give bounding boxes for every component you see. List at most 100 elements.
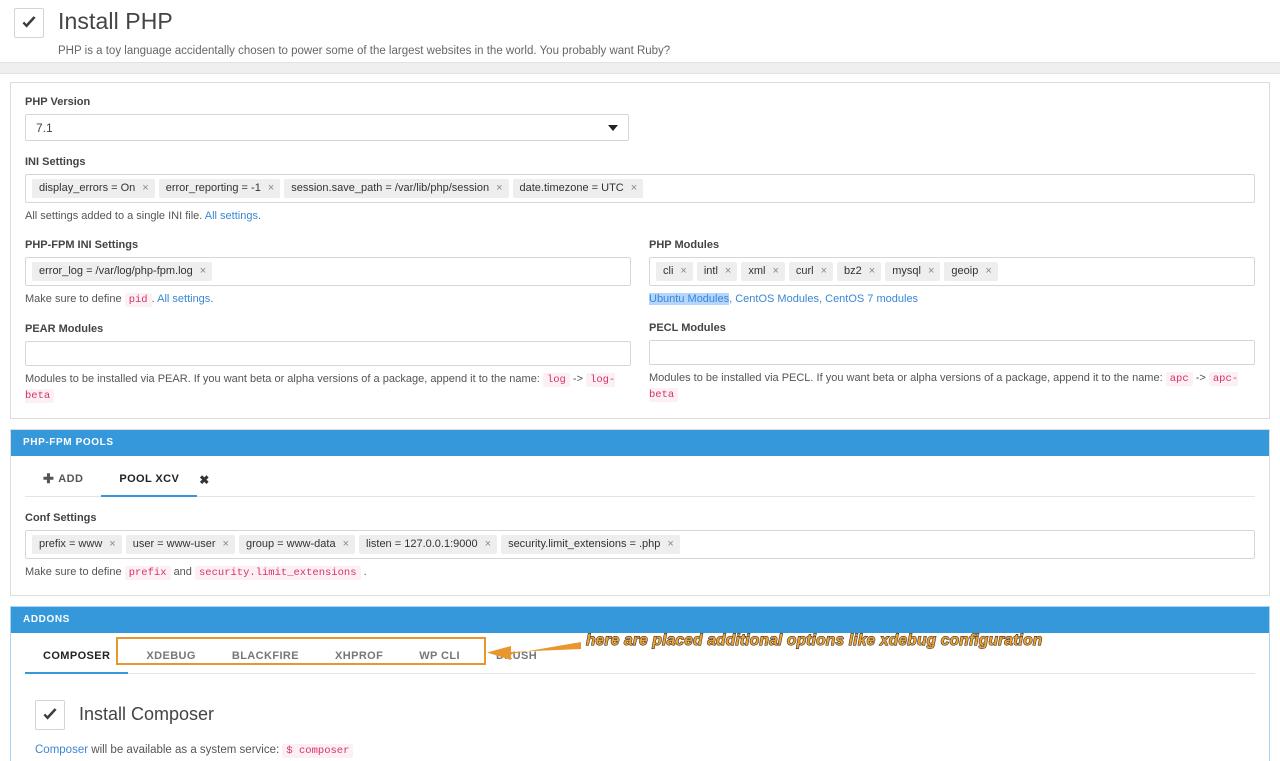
php-version-select[interactable]: 7.1 [25,114,629,141]
page-title: Install PHP [58,8,173,34]
chip-label: curl [795,265,814,277]
chip[interactable]: curl × [788,262,834,281]
install-composer-checkbox[interactable] [35,700,65,730]
chip-remove-icon[interactable]: × [869,266,875,277]
ini-help-suffix: . [257,210,262,222]
chip-remove-icon[interactable]: × [142,183,148,194]
chip-remove-icon[interactable]: × [223,539,229,550]
ini-help-prefix: All settings added to a single INI file. [25,210,203,222]
left-column: PHP-FPM INI Settings error_log = /var/lo… [25,224,640,404]
chip[interactable]: prefix = www × [32,535,122,554]
composer-command-code: $ composer [282,744,354,758]
chip[interactable]: mysql × [885,262,941,281]
chip-remove-icon[interactable]: × [631,183,637,194]
chip-label: display_errors = On [39,182,136,194]
tab-drush[interactable]: DRUSH [478,639,555,674]
chip[interactable]: date.timezone = UTC × [512,179,644,198]
tab-label: XDEBUG [146,649,196,662]
chip-remove-icon[interactable]: × [725,266,731,277]
chip-remove-icon[interactable]: × [928,266,934,277]
chip-label: prefix = www [39,538,103,550]
fpm-ini-input[interactable]: error_log = /var/log/php-fpm.log × [25,257,631,286]
tab-label: DRUSH [495,649,538,662]
chip[interactable]: security.limit_extensions = .php × [501,535,680,554]
security-limit-extensions-code: security.limit_extensions [194,566,361,580]
pecl-modules-input[interactable] [649,340,1255,365]
chip-remove-icon[interactable]: × [343,539,349,550]
chip-remove-icon[interactable]: × [200,266,206,277]
install-php-checkbox[interactable] [14,8,44,38]
tab-pool-xcv[interactable]: POOL XCV [101,462,198,497]
chip[interactable]: display_errors = On × [32,179,155,198]
composer-help-text: will be available as a system service: [91,744,280,756]
pear-code-from: log [542,373,570,387]
tab-xdebug[interactable]: XDEBUG [128,639,213,674]
chip-label: xml [748,265,766,277]
chip[interactable]: user = www-user × [125,535,235,554]
composer-title: Install Composer [79,704,215,724]
addons-panel: ADDONS COMPOSER XDEBUG BLACKFIRE XHPROF WP C… [10,606,1270,761]
conf-help-prefix: Make sure to define [25,566,122,578]
fpm-pools-panel: PHP-FPM POOLS ✚ ADD POOL XCV ✖ Conf Sett… [10,429,1270,596]
page-description: PHP is a toy language accidentally chose… [58,45,671,57]
conf-help-and: and [173,566,192,578]
chip-label: bz2 [844,265,862,277]
tab-label: WP CLI [419,649,460,662]
chip[interactable]: geoip × [944,262,998,281]
ini-settings-label: INI Settings [25,156,86,168]
chip-remove-icon[interactable]: × [985,266,991,277]
prefix-code: prefix [124,566,171,580]
conf-settings-input[interactable]: prefix = www × user = www-user × group = www… [25,530,1255,559]
chip-label: cli [663,265,674,277]
chip-remove-icon[interactable]: × [680,266,686,277]
chip[interactable]: group = www-data × [238,535,355,554]
chip-remove-icon[interactable]: × [485,539,491,550]
fpm-help-prefix: Make sure to define [25,293,122,305]
chip-label: error_log = /var/log/php-fpm.log [39,265,193,277]
composer-link[interactable]: Composer [35,744,88,756]
check-icon [22,16,36,28]
chip[interactable]: intl × [696,262,738,281]
chip-label: mysql [892,265,921,277]
chip-remove-icon[interactable]: × [772,266,778,277]
pecl-modules-help: Modules to be installed via PECL. If you… [649,371,1255,403]
fpm-ini-help: Make sure to define pid. All settings. [25,292,631,308]
chip-remove-icon[interactable]: × [268,183,274,194]
chip-label: security.limit_extensions = .php [508,538,661,550]
pear-modules-input[interactable] [25,341,631,366]
php-modules-input[interactable]: cli × intl × xml × curl × bz2 × mysql × geoip × [649,257,1255,286]
module-doc-link[interactable]: Ubuntu Modules [649,293,730,305]
chip[interactable]: error_reporting = -1 × [158,179,281,198]
ini-settings-help: All settings added to a single INI file.… [25,209,1255,224]
chip[interactable]: error_log = /var/log/php-fpm.log × [32,262,213,281]
chip-label: user = www-user [132,538,216,550]
tab-xhprof[interactable]: XHPROF [317,639,401,674]
conf-settings-help: Make sure to define prefix and security.… [25,565,1255,581]
pid-code: pid [124,293,152,307]
module-doc-link[interactable]: CentOS 7 modules [825,293,918,305]
close-icon[interactable]: ✖ [197,462,215,497]
chip[interactable]: listen = 127.0.0.1:9000 × [359,535,498,554]
chip[interactable]: cli × [656,262,693,281]
module-doc-link[interactable]: CentOS Modules [735,293,819,305]
header-row: Install PHP [0,6,1280,38]
chip-remove-icon[interactable]: × [496,183,502,194]
add-pool-tab[interactable]: ✚ ADD [25,462,101,497]
tab-label: BLACKFIRE [231,649,299,662]
ini-settings-input[interactable]: display_errors = On × error_reporting = -1… [25,174,1255,203]
chip-remove-icon[interactable]: × [109,539,115,550]
chip-remove-icon[interactable]: × [667,539,673,550]
chip[interactable]: xml × [741,262,785,281]
tab-composer[interactable]: COMPOSER [25,639,129,674]
tab-blackfire[interactable]: BLACKFIRE [214,639,317,674]
addons-body: Install Composer Composer will be availa… [11,674,1269,761]
fpm-all-settings-link[interactable]: All settings [157,293,210,305]
fpm-help-mid: . [151,293,155,305]
tab-wp-cli[interactable]: WP CLI [401,639,478,674]
plus-icon: ✚ [43,470,55,486]
chip-label: date.timezone = UTC [519,182,624,194]
chip[interactable]: session.save_path = /var/lib/php/session… [284,179,509,198]
ini-all-settings-link[interactable]: All settings [205,210,258,222]
chip-remove-icon[interactable]: × [821,266,827,277]
chip[interactable]: bz2 × [837,262,882,281]
